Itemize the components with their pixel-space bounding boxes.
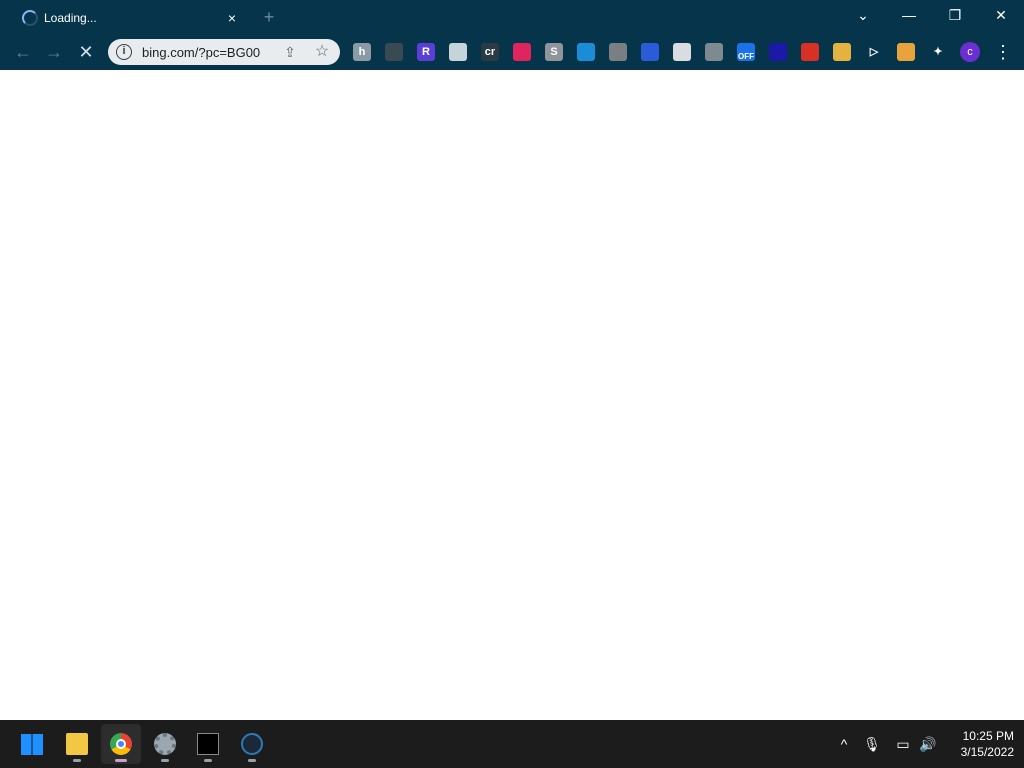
settings-icon[interactable] [145, 724, 185, 764]
ext-2-icon[interactable] [385, 43, 403, 61]
terminal-icon[interactable] [188, 724, 228, 764]
chrome-icon-glyph [110, 733, 132, 755]
ext-9-icon[interactable] [609, 43, 627, 61]
stop-loading-button[interactable]: ✕ [73, 40, 99, 64]
site-info-icon[interactable]: i [116, 44, 132, 60]
running-indicator [248, 759, 256, 762]
start-button[interactable] [12, 724, 52, 764]
microphone-icon[interactable]: 🎙 [862, 734, 882, 754]
ext-10-icon[interactable] [641, 43, 659, 61]
ext-3-icon[interactable]: R [417, 43, 435, 61]
chrome-center-dot [116, 739, 126, 749]
ext-5-icon[interactable]: cr [481, 43, 499, 61]
file-explorer-icon[interactable] [57, 724, 97, 764]
title-bar: Loading... × + ⌄ — ❐ ✕ [0, 0, 1024, 34]
running-indicator [204, 759, 212, 762]
clock-time: 10:25 PM [962, 729, 1014, 743]
back-button[interactable]: ← [10, 40, 36, 64]
close-window-button[interactable]: ✕ [978, 0, 1024, 30]
system-clock[interactable]: 10:25 PM 3/15/2022 [940, 728, 1014, 760]
address-bar[interactable]: i bing.com/?pc=BG00 ⇪ ☆ [108, 39, 340, 65]
ext-18-icon[interactable] [897, 43, 915, 61]
ext-4-icon[interactable] [449, 43, 467, 61]
steam-icon[interactable] [232, 724, 272, 764]
tab-loading[interactable]: Loading... × [8, 2, 248, 34]
tab-title: Loading... [44, 11, 97, 25]
clock-date: 3/15/2022 [960, 745, 1014, 759]
ext-16-icon[interactable] [833, 43, 851, 61]
chrome-icon[interactable] [101, 724, 141, 764]
address-url[interactable]: bing.com/?pc=BG00 [142, 45, 260, 60]
tray-overflow-chevron-icon[interactable]: ^ [834, 734, 854, 754]
ext-8-icon[interactable] [577, 43, 595, 61]
start-glyph [21, 733, 43, 755]
steam-icon-glyph [241, 733, 263, 755]
terminal-icon-glyph [197, 733, 219, 755]
browser-window: Loading... × + ⌄ — ❐ ✕ ← → ✕ i bing.com/… [0, 0, 1024, 768]
ext-11-icon[interactable] [673, 43, 691, 61]
minimize-button[interactable]: — [886, 0, 932, 30]
ext-13-icon[interactable]: OFF [737, 43, 755, 61]
browser-toolbar: ← → ✕ i bing.com/?pc=BG00 ⇪ ☆ h Rcr S OFF ▷ ✦… [0, 34, 1024, 70]
file-explorer-icon-glyph [66, 733, 88, 755]
volume-icon[interactable]: 🔊 [918, 734, 938, 754]
ext-12-icon[interactable] [705, 43, 723, 61]
running-indicator [161, 759, 169, 762]
loading-spinner-icon [22, 10, 38, 26]
page-content[interactable] [0, 70, 1024, 720]
windows-taskbar: ^ 🎙 ▭ 🔊 10:25 PM 3/15/2022 [0, 720, 1024, 768]
network-icon[interactable]: ▭ [893, 734, 913, 754]
running-indicator [73, 759, 81, 762]
share-icon[interactable]: ⇪ [280, 42, 300, 62]
tab-close-icon[interactable]: × [222, 8, 242, 28]
bookmark-star-icon[interactable]: ☆ [312, 42, 332, 62]
running-indicator [115, 759, 127, 762]
browser-menu-icon[interactable]: ⋮ [994, 40, 1012, 64]
profile-avatar[interactable]: c [960, 42, 980, 62]
new-tab-button[interactable]: + [258, 6, 280, 28]
puzzle-icon[interactable]: ✦ [929, 43, 947, 61]
ext-15-icon[interactable] [801, 43, 819, 61]
ext-17-icon[interactable]: ▷ [865, 43, 883, 61]
ext-1-icon[interactable]: h [353, 43, 371, 61]
ext-7-icon[interactable]: S [545, 43, 563, 61]
tab-search-chevron-icon[interactable]: ⌄ [840, 0, 886, 30]
ext-14-icon[interactable] [769, 43, 787, 61]
restore-button[interactable]: ❐ [932, 0, 978, 30]
ext-6-icon[interactable] [513, 43, 531, 61]
forward-button[interactable]: → [41, 40, 67, 64]
settings-icon-glyph [154, 733, 176, 755]
